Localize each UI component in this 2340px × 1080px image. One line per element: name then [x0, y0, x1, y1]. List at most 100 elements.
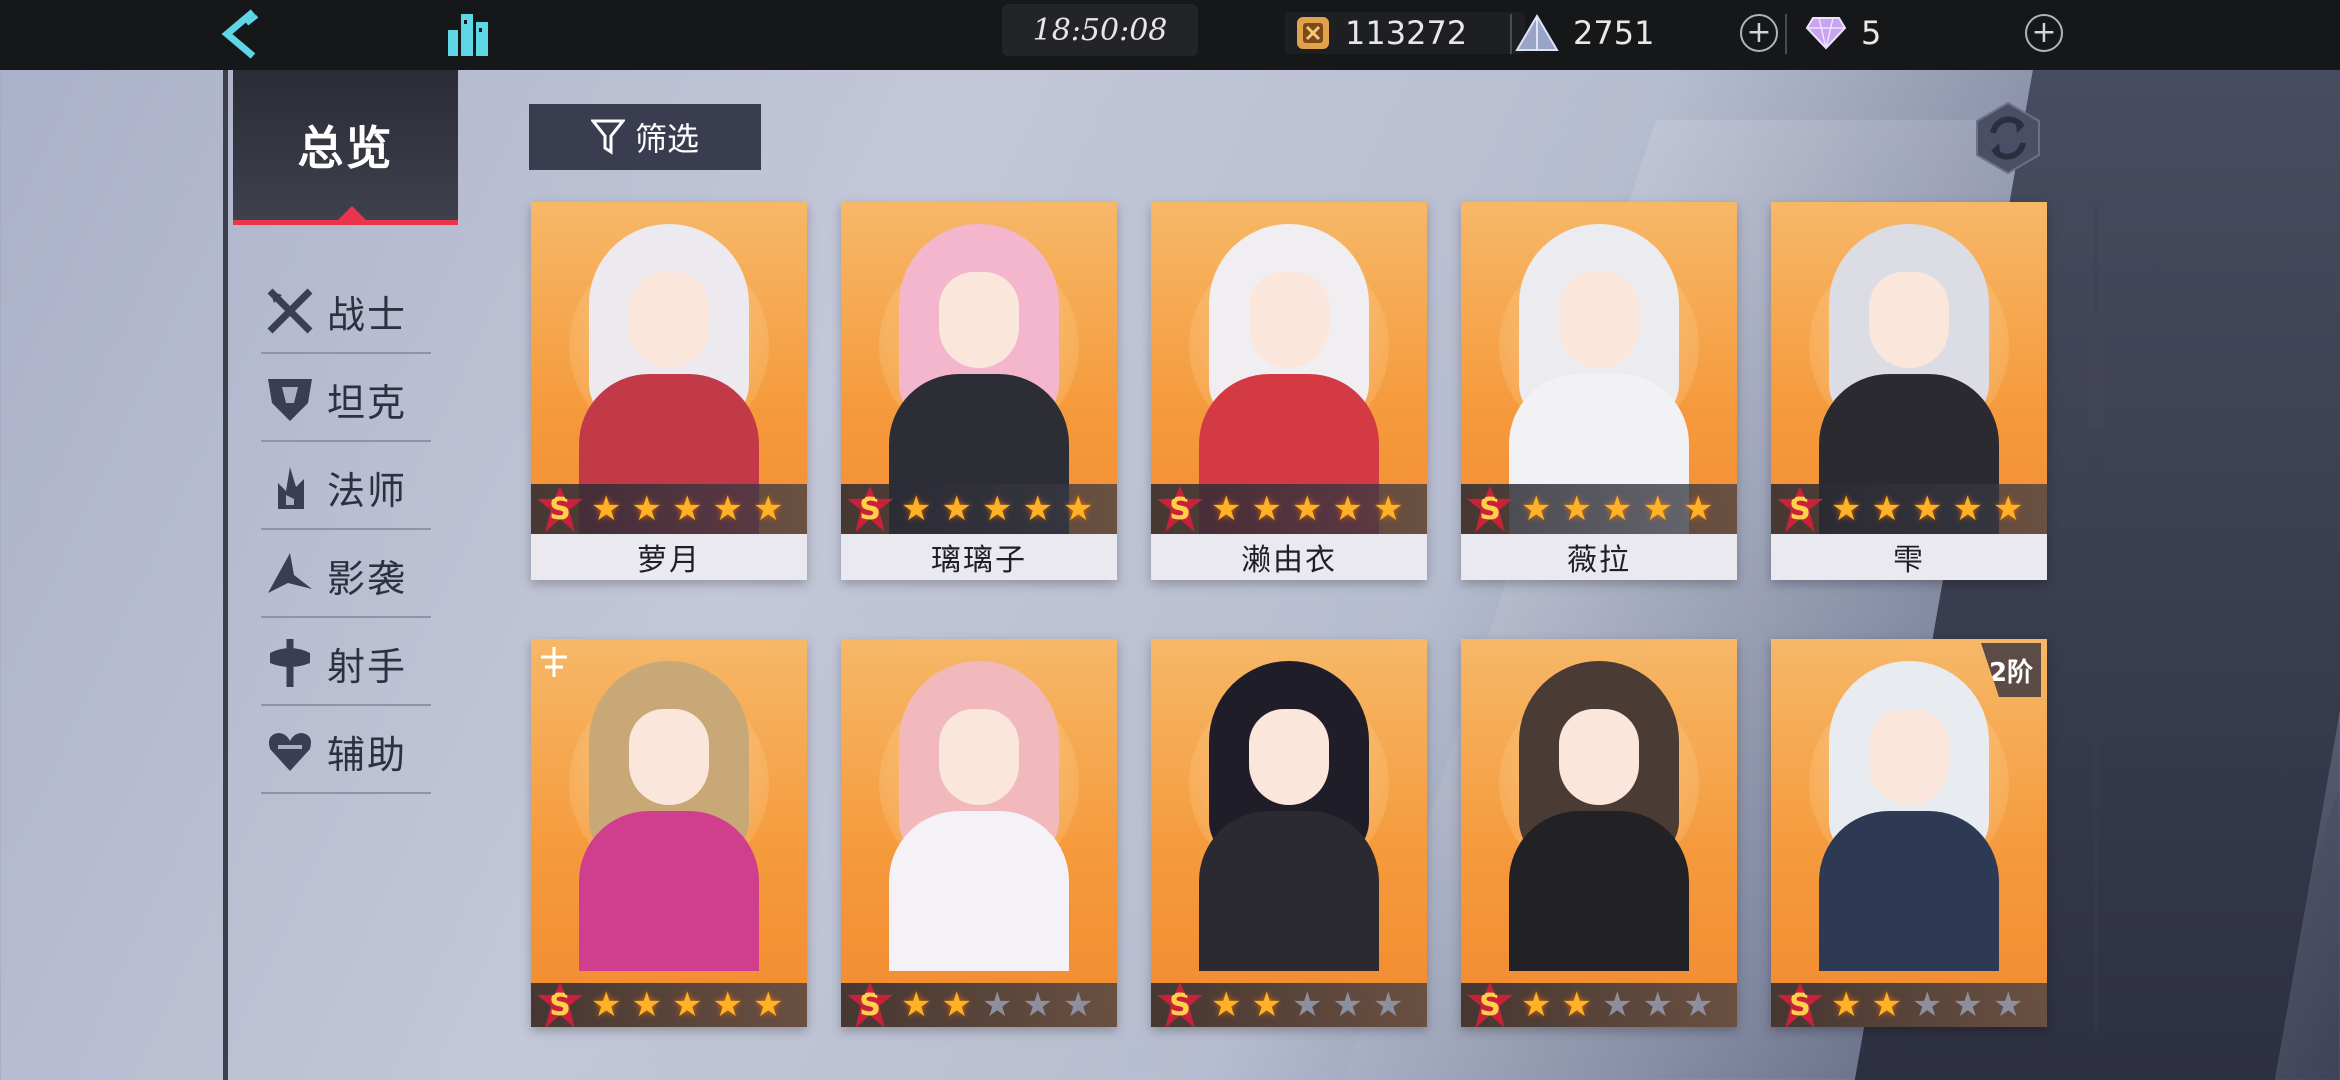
tab-marksman-label: 射手 [327, 644, 408, 689]
star-icon: ★ [712, 489, 743, 529]
scrollbar-thumb[interactable] [2087, 318, 2105, 430]
star-icon: ★ [1682, 985, 1714, 1025]
active-indicator [336, 206, 368, 222]
category-sidebar: 总览 战士 坦克 法师 影袭 射手 辅助 [223, 70, 458, 1080]
character-card[interactable]: S ★ ★ ★ ★ ★ [531, 639, 807, 1027]
diamond-resource: 5 [1805, 10, 1881, 56]
tab-overview[interactable]: 总览 [233, 70, 458, 225]
top-bar: 18:50:08 113272 2751 + 5 + [0, 0, 2340, 70]
character-name: 濑由衣 [1151, 534, 1427, 580]
character-card[interactable]: S ★ ★ ★ ★ ★ 薇拉 [1461, 202, 1737, 580]
star-icon: ★ [1372, 489, 1404, 529]
tab-overview-label: 总览 [297, 121, 394, 175]
character-portrait [1461, 639, 1737, 1027]
back-arrow-icon [221, 9, 259, 59]
character-name: 薇拉 [1461, 534, 1737, 580]
home-button[interactable] [440, 4, 500, 64]
star-icon: ★ [1561, 985, 1592, 1025]
heart-icon [261, 722, 319, 780]
rarity-bar: S ★ ★ ★ ★ ★ [531, 982, 807, 1027]
gold-resource: 113272 [1295, 10, 1467, 56]
diamond-value: 5 [1861, 14, 1882, 52]
star-icon: ★ [1211, 489, 1242, 529]
tab-tank[interactable]: 坦克 [261, 358, 431, 442]
star-icon: ★ [1831, 489, 1862, 529]
star-icon: ★ [1871, 489, 1902, 529]
flame-staff-icon [261, 458, 319, 516]
character-name: 雫 [1771, 534, 2047, 580]
rarity-s-badge: S [847, 982, 893, 1027]
tab-warrior[interactable]: 战士 [261, 270, 431, 354]
star-icon: ★ [1992, 985, 2024, 1025]
shield-icon [261, 370, 319, 428]
separator [1510, 14, 1512, 54]
tab-warrior-label: 战士 [327, 292, 408, 337]
character-card[interactable]: S ★ ★ ★ ★ ★ [841, 639, 1117, 1027]
star-icon: ★ [671, 985, 703, 1025]
star-icon: ★ [1831, 985, 1862, 1025]
rarity-bar: S ★ ★ ★ ★ ★ [1771, 484, 2047, 534]
star-icon: ★ [1682, 489, 1714, 529]
character-card[interactable]: S ★ ★ ★ ★ ★ 萝月 [531, 202, 807, 580]
star-icon: ★ [1291, 985, 1323, 1025]
tab-marksman[interactable]: 射手 [261, 622, 431, 706]
star-icon: ★ [1291, 489, 1323, 529]
filter-button[interactable]: 筛选 [529, 104, 761, 170]
star-icon: ★ [1251, 985, 1282, 1025]
diamond-gem-icon [1805, 16, 1847, 50]
star-icon: ★ [712, 985, 743, 1025]
character-portrait [1771, 639, 2047, 1027]
character-card[interactable]: S ★ ★ ★ ★ ★ 濑由衣 [1151, 202, 1427, 580]
character-portrait [531, 639, 807, 1027]
star-icon: ★ [1642, 489, 1673, 529]
rarity-bar: S ★ ★ ★ ★ ★ [1461, 484, 1737, 534]
gold-coin-icon [1295, 15, 1331, 51]
character-card[interactable]: 2阶 S ★ ★ ★ ★ ★ [1771, 639, 2047, 1027]
refresh-cycle-icon [1976, 101, 2040, 175]
back-button[interactable] [210, 4, 270, 64]
rarity-s-badge: S [1777, 982, 1823, 1027]
star-icon: ★ [591, 489, 622, 529]
character-card[interactable]: S ★ ★ ★ ★ ★ [1151, 639, 1427, 1027]
star-icon: ★ [1601, 985, 1633, 1025]
rarity-bar: S ★ ★ ★ ★ ★ [531, 484, 807, 534]
funnel-icon [590, 118, 625, 156]
tab-support-label: 辅助 [327, 732, 408, 777]
tab-support[interactable]: 辅助 [261, 710, 431, 794]
rarity-s-badge: S [1777, 486, 1823, 532]
star-icon: ★ [1372, 985, 1404, 1025]
crossed-swords-icon [261, 282, 319, 340]
star-icon: ★ [1062, 489, 1094, 529]
star-icon: ★ [1251, 489, 1282, 529]
rarity-bar: S ★ ★ ★ ★ ★ [1151, 484, 1427, 534]
tab-mage[interactable]: 法师 [261, 446, 431, 530]
character-card[interactable]: S ★ ★ ★ ★ ★ 璃璃子 [841, 202, 1117, 580]
tab-assassin[interactable]: 影袭 [261, 534, 431, 618]
refresh-button[interactable] [1972, 100, 2044, 176]
star-icon: ★ [752, 489, 784, 529]
star-icon: ★ [981, 985, 1013, 1025]
add-diamond-button[interactable]: + [2025, 14, 2063, 52]
shadow-blade-icon [261, 546, 319, 604]
add-crystal-button[interactable]: + [1740, 14, 1778, 52]
character-card[interactable]: S ★ ★ ★ ★ ★ [1461, 639, 1737, 1027]
star-icon: ★ [1211, 985, 1242, 1025]
city-buildings-icon [448, 14, 488, 56]
tab-assassin-label: 影袭 [327, 556, 408, 601]
rarity-s-badge: S [1157, 982, 1203, 1027]
separator [1785, 14, 1787, 54]
star-icon: ★ [1642, 985, 1673, 1025]
crosshair-icon [261, 634, 319, 692]
character-portrait [841, 639, 1117, 1027]
gold-value: 113272 [1345, 14, 1468, 52]
star-icon: ★ [1992, 489, 2024, 529]
star-icon: ★ [631, 985, 662, 1025]
cross-emblem-icon [535, 643, 573, 681]
star-icon: ★ [981, 489, 1013, 529]
star-icon: ★ [1332, 985, 1363, 1025]
star-icon: ★ [631, 489, 662, 529]
character-card[interactable]: S ★ ★ ★ ★ ★ 雫 [1771, 202, 2047, 580]
tab-tank-label: 坦克 [327, 380, 408, 425]
star-icon: ★ [1952, 489, 1983, 529]
star-icon: ★ [1871, 985, 1902, 1025]
